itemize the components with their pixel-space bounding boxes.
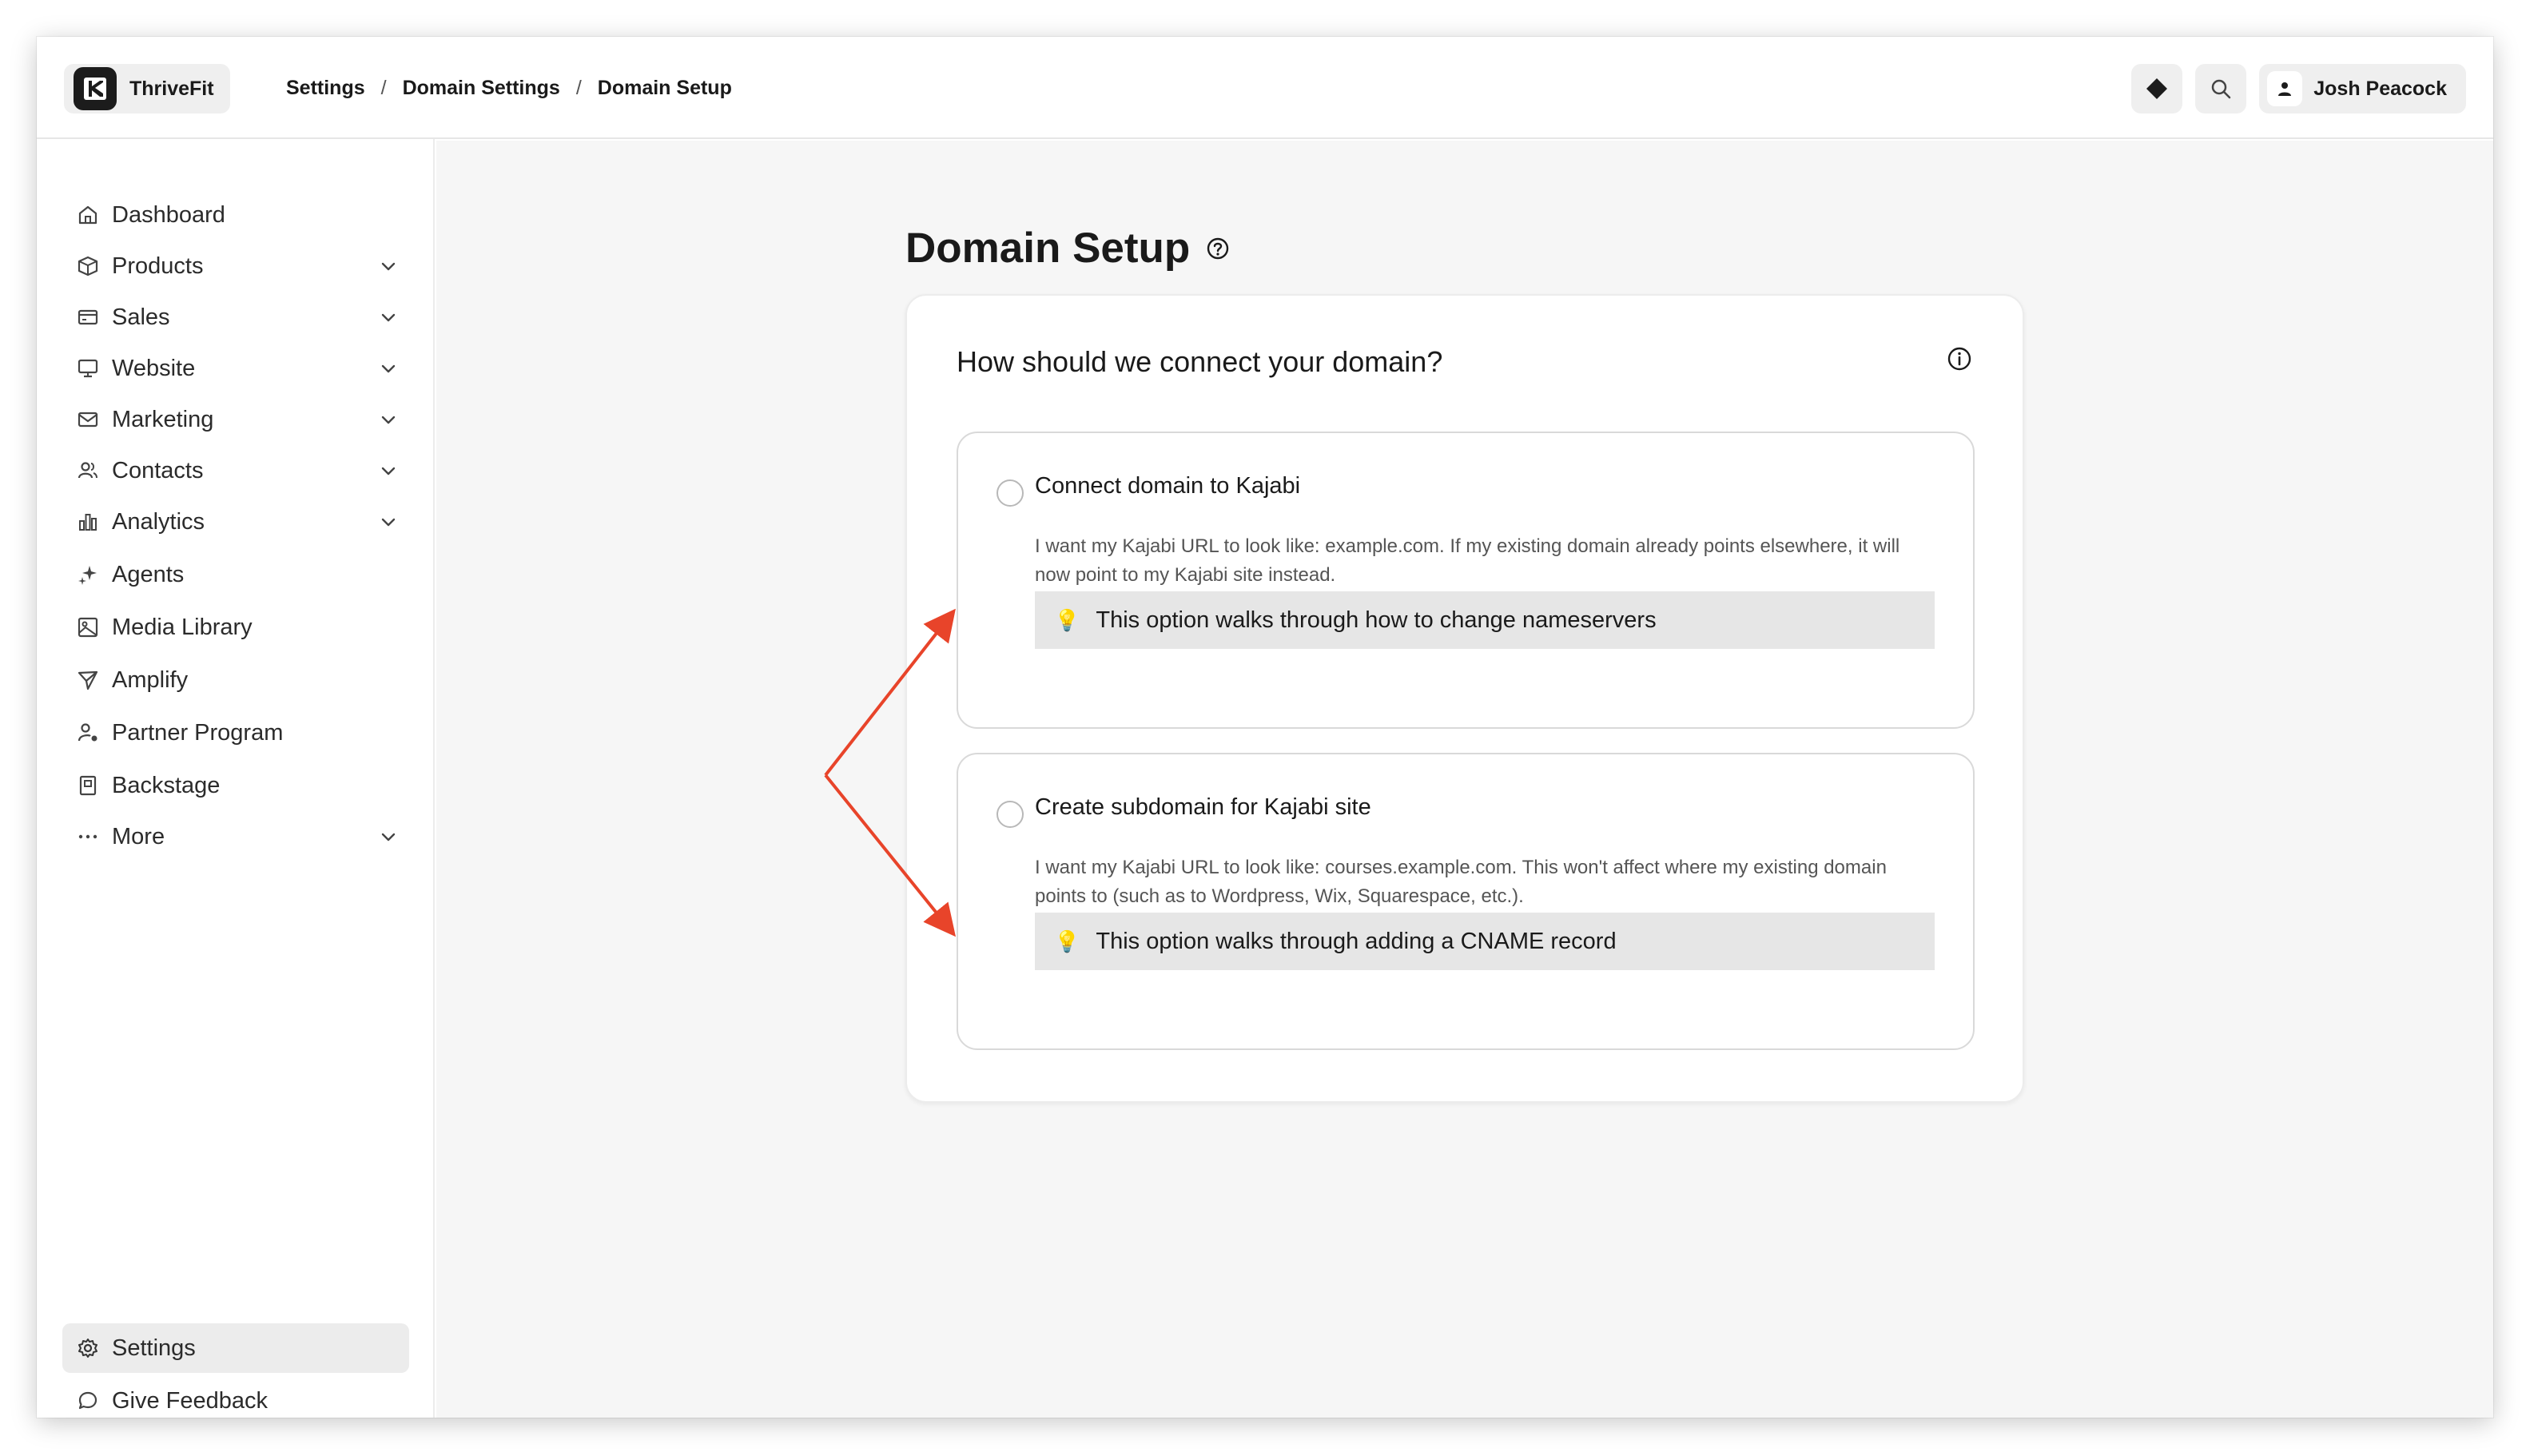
sidebar-item-label: More xyxy=(112,823,165,849)
app-window: ThriveFit Settings / Domain Settings / D… xyxy=(37,37,2493,1418)
users-icon xyxy=(75,458,101,483)
sidebar-item-label: Sales xyxy=(112,304,170,330)
sidebar-item-give-feedback[interactable]: Give Feedback xyxy=(62,1376,409,1418)
sidebar-item-label: Partner Program xyxy=(112,719,284,746)
sidebar-item-label: Agents xyxy=(112,561,185,587)
chat-icon xyxy=(75,1388,101,1414)
breadcrumb: Settings / Domain Settings / Domain Setu… xyxy=(286,72,732,104)
option-title: Create subdomain for Kajabi site xyxy=(1035,794,1371,820)
sidebar: Dashboard Products Sales Website Marketi… xyxy=(37,139,435,1418)
avatar xyxy=(2267,71,2303,106)
breadcrumb-separator: / xyxy=(575,76,582,99)
search-icon xyxy=(2211,79,2231,99)
gear-icon xyxy=(75,1335,101,1361)
sidebar-item-marketing[interactable]: Marketing xyxy=(62,395,409,444)
mail-icon xyxy=(75,407,101,432)
chevron-down-icon[interactable] xyxy=(377,255,400,277)
upgrade-button[interactable] xyxy=(2131,64,2183,113)
radio-create-subdomain[interactable] xyxy=(996,801,1024,828)
sidebar-item-website[interactable]: Website xyxy=(62,344,409,393)
bar-chart-icon xyxy=(75,509,101,535)
card-title: How should we connect your domain? xyxy=(957,345,1443,378)
option-tip-text: This option walks through how to change … xyxy=(1096,607,1657,633)
top-bar: ThriveFit Settings / Domain Settings / D… xyxy=(37,37,2493,139)
domain-options-card: How should we connect your domain? Conne… xyxy=(905,294,2024,1103)
send-icon xyxy=(75,667,101,693)
chevron-down-icon[interactable] xyxy=(377,459,400,482)
kajabi-logo-icon xyxy=(74,67,117,110)
sidebar-item-label: Backstage xyxy=(112,772,221,798)
sidebar-item-label: Amplify xyxy=(112,666,189,693)
brand-switcher[interactable]: ThriveFit xyxy=(64,64,230,113)
sidebar-item-partner-program[interactable]: Partner Program xyxy=(62,708,409,758)
user-name: Josh Peacock xyxy=(2313,77,2447,100)
image-icon xyxy=(75,615,101,640)
chevron-down-icon[interactable] xyxy=(377,825,400,848)
breadcrumb-domain-setup: Domain Setup xyxy=(597,76,732,99)
chevron-down-icon[interactable] xyxy=(377,357,400,380)
chevron-down-icon[interactable] xyxy=(377,408,400,431)
home-icon xyxy=(75,202,101,228)
option-create-subdomain[interactable]: Create subdomain for Kajabi site I want … xyxy=(957,753,1975,1050)
diamond-icon xyxy=(2146,78,2168,99)
info-icon[interactable] xyxy=(1946,345,1973,372)
sidebar-item-label: Media Library xyxy=(112,614,253,640)
option-tip: 💡 This option walks through how to chang… xyxy=(1035,591,1935,649)
option-tip: 💡 This option walks through adding a CNA… xyxy=(1035,913,1935,970)
sidebar-item-backstage[interactable]: Backstage xyxy=(62,761,409,810)
chevron-down-icon[interactable] xyxy=(377,306,400,328)
sidebar-item-sales[interactable]: Sales xyxy=(62,292,409,342)
more-icon xyxy=(75,824,101,849)
user-menu-button[interactable]: Josh Peacock xyxy=(2259,64,2466,113)
sidebar-item-label: Dashboard xyxy=(112,201,225,228)
search-button[interactable] xyxy=(2195,64,2247,113)
sidebar-item-label: Products xyxy=(112,253,204,279)
sidebar-item-label: Website xyxy=(112,355,196,381)
sidebar-item-more[interactable]: More xyxy=(62,812,409,861)
main-content: Domain Setup How should we connect your … xyxy=(436,141,2493,1418)
credit-card-icon xyxy=(75,304,101,330)
chevron-down-icon[interactable] xyxy=(377,511,400,533)
top-actions: Josh Peacock xyxy=(2131,64,2466,113)
option-connect-domain[interactable]: Connect domain to Kajabi I want my Kajab… xyxy=(957,432,1975,729)
sidebar-item-dashboard[interactable]: Dashboard xyxy=(62,190,409,240)
sidebar-item-label: Settings xyxy=(112,1335,196,1361)
breadcrumb-separator: / xyxy=(380,76,387,99)
option-title: Connect domain to Kajabi xyxy=(1035,473,1301,499)
sidebar-item-agents[interactable]: Agents xyxy=(62,550,409,599)
page-title-row: Domain Setup xyxy=(905,224,1231,273)
sidebar-item-settings[interactable]: Settings xyxy=(62,1323,409,1373)
radio-connect-domain[interactable] xyxy=(996,479,1024,507)
breadcrumb-domain-settings[interactable]: Domain Settings xyxy=(403,77,560,100)
sidebar-item-label: Marketing xyxy=(112,406,214,432)
box-icon xyxy=(75,253,101,279)
user-star-icon xyxy=(75,720,101,746)
sparkles-icon xyxy=(75,562,101,587)
monitor-icon xyxy=(75,356,101,381)
help-icon[interactable] xyxy=(1204,235,1231,262)
option-description: I want my Kajabi URL to look like: examp… xyxy=(1035,535,1900,586)
option-description: I want my Kajabi URL to look like: cours… xyxy=(1035,857,1887,907)
book-icon xyxy=(75,773,101,798)
lightbulb-icon: 💡 xyxy=(1054,929,1080,953)
brand-name: ThriveFit xyxy=(129,77,214,100)
sidebar-item-analytics[interactable]: Analytics xyxy=(62,497,409,547)
sidebar-item-amplify[interactable]: Amplify xyxy=(62,655,409,705)
sidebar-item-label: Analytics xyxy=(112,508,205,535)
sidebar-item-label: Give Feedback xyxy=(112,1387,269,1414)
option-tip-text: This option walks through adding a CNAME… xyxy=(1096,928,1617,954)
sidebar-item-media-library[interactable]: Media Library xyxy=(62,603,409,652)
lightbulb-icon: 💡 xyxy=(1054,607,1080,632)
sidebar-item-contacts[interactable]: Contacts xyxy=(62,446,409,495)
page-title: Domain Setup xyxy=(905,225,1191,272)
user-icon xyxy=(2278,82,2292,96)
sidebar-item-label: Contacts xyxy=(112,457,204,483)
sidebar-item-products[interactable]: Products xyxy=(62,241,409,291)
breadcrumb-settings[interactable]: Settings xyxy=(286,77,365,100)
